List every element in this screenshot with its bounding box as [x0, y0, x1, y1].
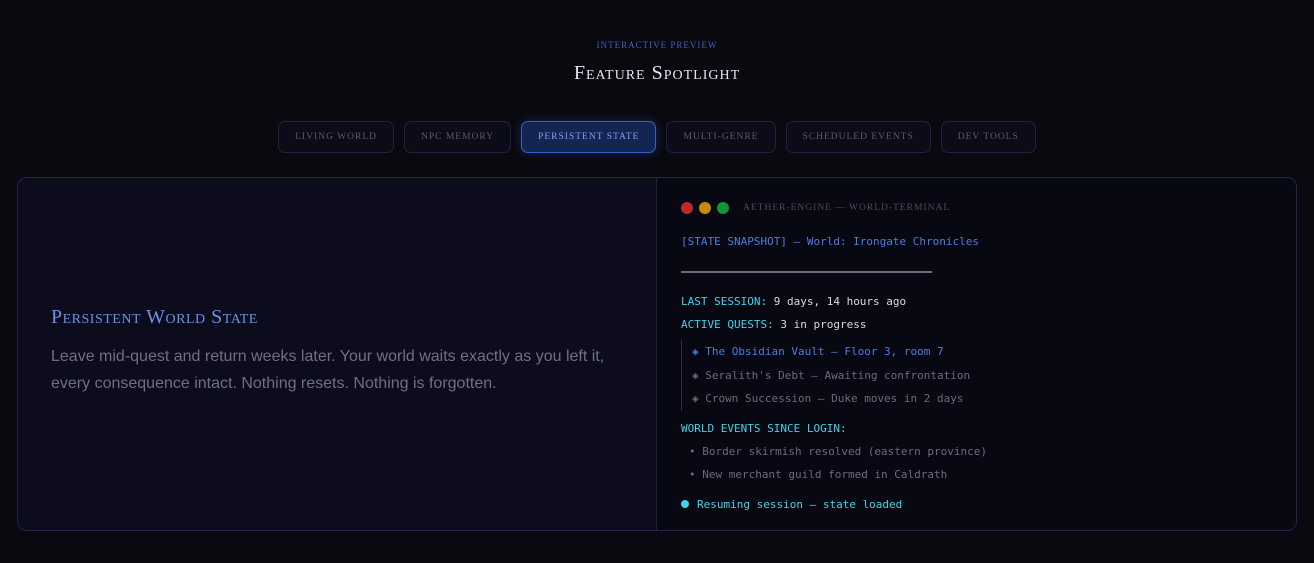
feature-description-panel: Persistent World State Leave mid-quest a…: [18, 178, 657, 530]
maximize-dot-icon: [717, 202, 729, 214]
tab-living-world[interactable]: Living World: [278, 121, 394, 153]
bullet-icon: •: [689, 467, 696, 481]
bullet-icon: •: [689, 444, 696, 458]
world-events-heading: WORLD EVENTS SINCE LOGIN:: [681, 421, 847, 435]
event-item: • Border skirmish resolved (eastern prov…: [689, 444, 988, 458]
status-dot-icon: [681, 500, 689, 508]
terminal-titlebar: Aether-Engine — World-Terminal: [681, 202, 1272, 214]
terminal-title: Aether-Engine — World-Terminal: [743, 203, 951, 213]
event-item: • New merchant guild formed in Caldrath: [689, 467, 948, 481]
tab-persistent-state[interactable]: Persistent State: [521, 121, 657, 153]
quest-item: ◈ The Obsidian Vault — Floor 3, room 7: [692, 345, 944, 358]
minimize-dot-icon: [699, 202, 711, 214]
quest-list: ◈ The Obsidian Vault — Floor 3, room 7 ◈…: [681, 340, 1272, 411]
section-eyebrow: Interactive Preview: [596, 40, 718, 50]
tab-scheduled-events[interactable]: Scheduled Events: [785, 121, 931, 153]
diamond-icon: ◈: [692, 392, 699, 405]
diamond-icon: ◈: [692, 345, 699, 358]
quest-item: ◈ Crown Succession — Duke moves in 2 day…: [692, 392, 964, 405]
tab-multi-genre[interactable]: Multi-Genre: [666, 121, 776, 153]
active-quests-line: ACTIVE QUESTS: 3 in progress: [681, 318, 867, 331]
feature-card: Persistent World State Leave mid-quest a…: [17, 177, 1297, 531]
feature-description: Leave mid-quest and return weeks later. …: [51, 348, 605, 392]
divider: [681, 271, 932, 273]
snapshot-line: [STATE SNAPSHOT] — World: Irongate Chron…: [681, 235, 980, 248]
page-title: Feature Spotlight: [573, 62, 741, 84]
session-status: Resuming session — state loaded: [681, 493, 1272, 516]
tab-npc-memory[interactable]: NPC Memory: [403, 121, 512, 153]
quest-item: ◈ Seralith's Debt — Awaiting confrontati…: [692, 368, 971, 382]
feature-title: Persistent World State: [51, 306, 258, 328]
feature-tabs: Living World NPC Memory Persistent State…: [0, 121, 1314, 153]
last-session-line: LAST SESSION: 9 days, 14 hours ago: [681, 295, 907, 308]
tab-dev-tools[interactable]: Dev Tools: [940, 121, 1036, 153]
close-dot-icon: [681, 202, 693, 214]
diamond-icon: ◈: [692, 368, 699, 382]
terminal-panel: Aether-Engine — World-Terminal [STATE SN…: [657, 178, 1296, 530]
